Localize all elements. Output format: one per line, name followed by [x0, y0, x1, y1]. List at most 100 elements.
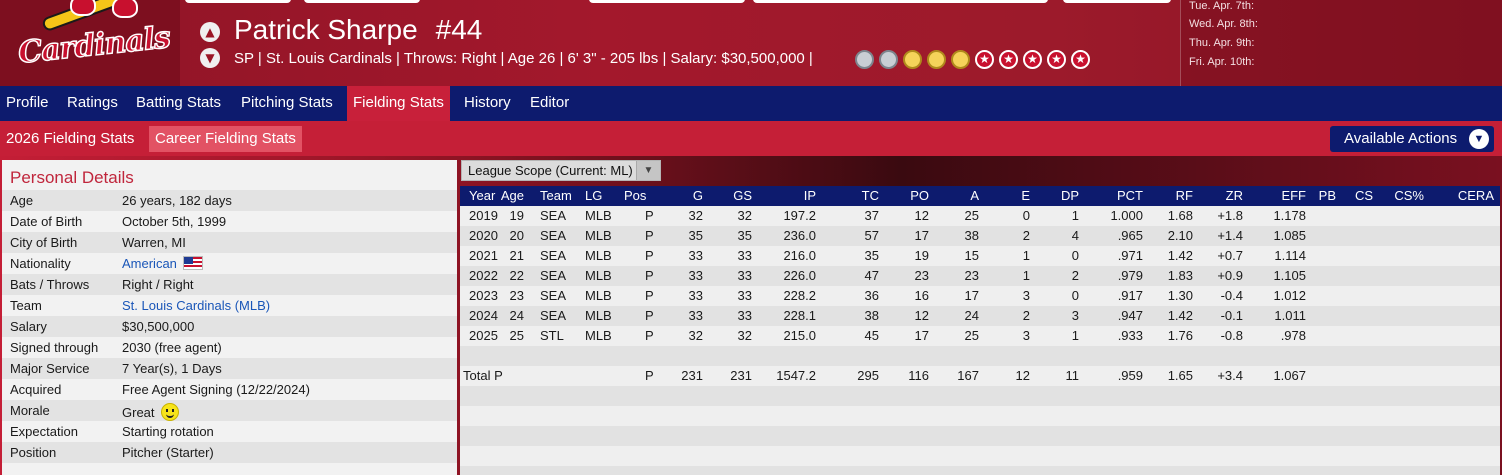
detail-row: Morale Great [2, 400, 457, 421]
gold-badge-icon [927, 50, 946, 69]
table-cell: 21 [509, 248, 524, 263]
detail-row: Team St. Louis Cardinals (MLB) [2, 295, 457, 316]
detail-label: Bats / Throws [10, 277, 90, 292]
star-rating-icon: ★ [999, 50, 1018, 69]
table-cell: 215.0 [783, 328, 816, 343]
detail-row: Date of Birth October 5th, 1999 [2, 211, 457, 232]
table-cell: 1.76 [1167, 328, 1193, 343]
table-cell: 16 [914, 288, 929, 303]
subtab-career-fielding-stats[interactable]: Career Fielding Stats [149, 126, 302, 152]
column-header-year[interactable]: Year [469, 188, 495, 203]
table-cell: 33 [737, 308, 752, 323]
table-cell: 167 [957, 368, 979, 383]
detail-value-text: 7 Year(s), 1 Days [122, 361, 222, 376]
table-cell: 2021 [469, 248, 498, 263]
table-cell: 2 [1022, 308, 1030, 323]
detail-row: Nationality American [2, 253, 457, 274]
star-rating-icon: ★ [1047, 50, 1066, 69]
top-tab[interactable] [185, 0, 291, 3]
table-cell: 1.011 [1274, 308, 1306, 323]
subtab-2026-fielding-stats[interactable]: 2026 Fielding Stats [0, 126, 140, 152]
detail-value: 2030 (free agent) [122, 340, 222, 355]
tab-history[interactable]: History [458, 86, 517, 121]
table-cell: P [645, 308, 654, 323]
schedule-day-label: Tue. Apr. 7th: [1189, 0, 1255, 12]
table-cell: 2019 [469, 208, 498, 223]
available-actions-label: Available Actions [1344, 130, 1458, 147]
table-cell: 0 [1071, 288, 1079, 303]
table-cell: 1547.2 [776, 368, 816, 383]
tab-batting-stats[interactable]: Batting Stats [130, 86, 227, 121]
detail-row: Salary $30,500,000 [2, 316, 457, 337]
available-actions-button[interactable]: Available Actions ▼ [1330, 126, 1494, 152]
table-cell: 3 [1071, 308, 1079, 323]
table-cell: 3 [1022, 288, 1030, 303]
table-cell: 2020 [469, 228, 498, 243]
table-cell: -0.8 [1220, 328, 1243, 343]
table-cell: 32 [688, 328, 703, 343]
schedule-day-label: Fri. Apr. 10th: [1189, 56, 1255, 68]
column-header-dp[interactable]: DP [1061, 188, 1079, 203]
column-header-tc[interactable]: TC [862, 188, 879, 203]
column-header-team[interactable]: Team [540, 188, 572, 203]
column-header-g[interactable]: G [693, 188, 703, 203]
column-header-pos[interactable]: Pos [624, 188, 646, 203]
previous-player-chevron-up-icon[interactable]: ▲ [200, 22, 220, 42]
tab-editor[interactable]: Editor [524, 86, 575, 121]
column-header-pct[interactable]: PCT [1117, 188, 1143, 203]
team-logo: Cardinals [0, 0, 180, 86]
column-header-e[interactable]: E [1021, 188, 1030, 203]
column-header-eff[interactable]: EFF [1281, 188, 1306, 203]
table-cell: MLB [585, 328, 612, 343]
table-cell: 1 [1022, 248, 1030, 263]
column-header-gs[interactable]: GS [733, 188, 752, 203]
table-cell: SEA [540, 308, 567, 323]
top-tab[interactable] [1063, 0, 1171, 3]
table-cell: 2023 [469, 288, 498, 303]
tab-ratings[interactable]: Ratings [61, 86, 124, 121]
table-cell: 12 [914, 208, 929, 223]
column-header-age[interactable]: Age [501, 188, 524, 203]
happy-face-icon [160, 403, 179, 421]
top-tab[interactable] [589, 0, 745, 3]
table-cell: +3.4 [1217, 368, 1243, 383]
table-cell: 1.105 [1273, 268, 1306, 283]
table-cell: 38 [864, 308, 879, 323]
column-header-cs[interactable]: CS [1355, 188, 1373, 203]
detail-value: $30,500,000 [122, 319, 194, 334]
table-row-empty [460, 466, 1500, 475]
column-header-lg[interactable]: LG [585, 188, 602, 203]
dropdown-arrow-icon[interactable]: ▼ [636, 161, 660, 180]
detail-label: Salary [10, 319, 47, 334]
tab-pitching-stats[interactable]: Pitching Stats [235, 86, 339, 121]
column-header-pb[interactable]: PB [1319, 188, 1336, 203]
top-tab[interactable] [304, 0, 420, 3]
table-cell: 231 [681, 368, 703, 383]
detail-value[interactable]: American [122, 256, 203, 271]
table-cell: 33 [688, 288, 703, 303]
table-cell: .959 [1117, 368, 1143, 383]
detail-row: Acquired Free Agent Signing (12/22/2024) [2, 379, 457, 400]
tab-fielding-stats[interactable]: Fielding Stats [347, 86, 450, 121]
column-header-rf[interactable]: RF [1176, 188, 1193, 203]
top-tab[interactable] [753, 0, 1048, 3]
table-cell: 32 [737, 328, 752, 343]
league-scope-label: League Scope (Current: ML) [468, 163, 633, 178]
column-header-a[interactable]: A [970, 188, 979, 203]
column-header-ip[interactable]: IP [804, 188, 816, 203]
detail-value-text: Free Agent Signing (12/22/2024) [122, 382, 310, 397]
column-header-cs-pct[interactable]: CS% [1394, 188, 1424, 203]
column-header-zr[interactable]: ZR [1226, 188, 1243, 203]
table-cell: 33 [688, 268, 703, 283]
table-cell: P [645, 228, 654, 243]
column-header-po[interactable]: PO [910, 188, 929, 203]
detail-value[interactable]: St. Louis Cardinals (MLB) [122, 298, 270, 313]
table-cell: .965 [1117, 228, 1143, 243]
column-header-cera[interactable]: CERA [1458, 188, 1494, 203]
league-scope-select[interactable]: League Scope (Current: ML) ▼ [461, 160, 661, 181]
next-player-chevron-down-icon[interactable]: ▼ [200, 48, 220, 68]
tab-profile[interactable]: Profile [0, 86, 55, 121]
table-cell: -0.1 [1220, 308, 1243, 323]
table-cell: 2.10 [1167, 228, 1193, 243]
table-cell: 1.42 [1167, 308, 1193, 323]
